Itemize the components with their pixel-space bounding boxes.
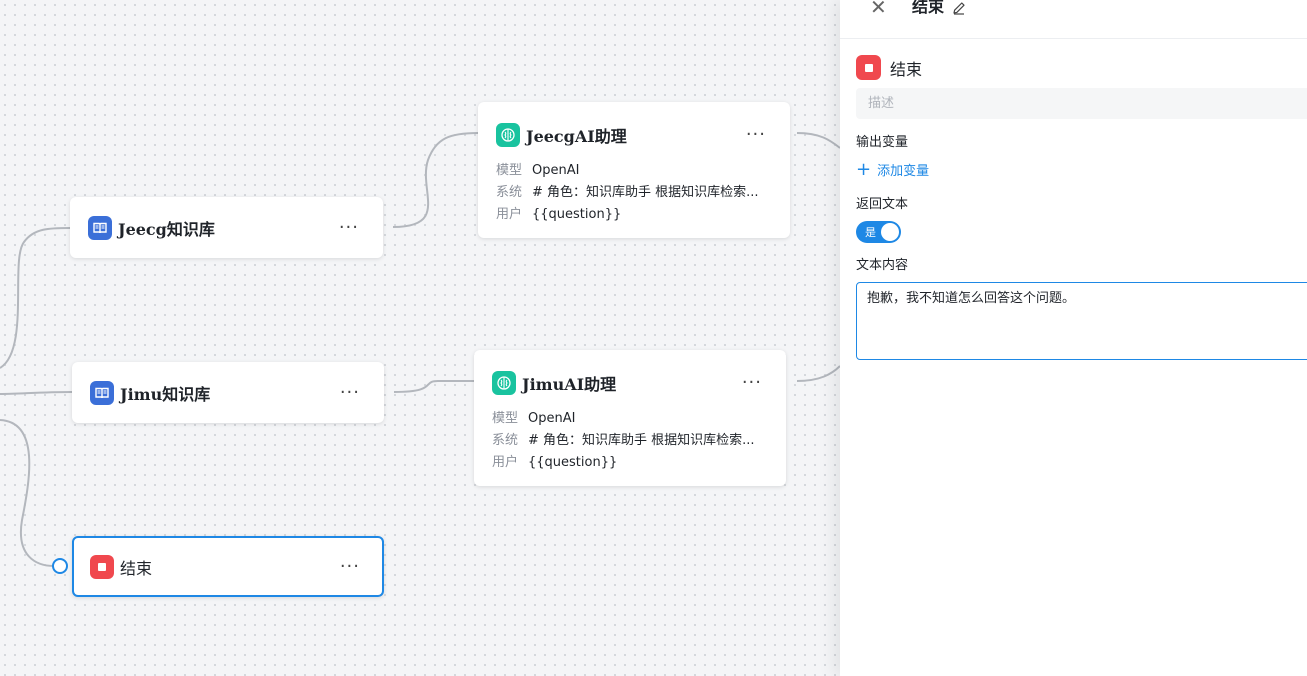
add-variable-label: 添加变量 — [877, 164, 930, 179]
text-content-label: 文本内容 — [856, 258, 909, 273]
edit-icon[interactable] — [952, 0, 966, 19]
stop-icon — [856, 55, 881, 80]
node-properties: 模型 OpenAI 系统 # 角色：知识库助手 根据知识库检索... 用户 {{que… — [496, 160, 772, 226]
node-header: JeecgAI助理 — [496, 122, 627, 148]
property-value: OpenAI — [528, 411, 576, 426]
node-end[interactable]: 结束 ··· — [72, 536, 384, 597]
edge-start-to-end — [0, 419, 55, 567]
property-key: 系统 — [492, 433, 519, 448]
plus-icon: + — [856, 158, 872, 180]
property-value: {{question}} — [532, 207, 622, 222]
property-row: 模型 OpenAI — [492, 408, 768, 430]
book-icon — [90, 380, 114, 405]
text-content-input[interactable]: 抱歉，我不知道怎么回答这个问题。 — [856, 282, 1307, 360]
toggle-knob — [881, 223, 899, 241]
edge-jeecg-ai-out — [796, 132, 840, 149]
edge-start-to-jeecg-kb — [0, 227, 71, 369]
node-title: 结束 — [120, 558, 153, 578]
property-row: 用户 {{question}} — [496, 204, 772, 226]
panel-title: 结束 — [912, 0, 945, 16]
node-jimu-ai-assistant[interactable]: JimuAI助理 ··· 模型 OpenAI 系统 # 角色：知识库助手 根据知识库… — [474, 350, 786, 486]
property-key: 用户 — [496, 207, 523, 222]
node-jimu-knowledge-base[interactable]: Jimu知识库 ··· — [72, 362, 384, 423]
book-icon — [88, 215, 112, 240]
edge-start-to-jimu-kb — [0, 391, 73, 395]
end-node-input-handle[interactable] — [52, 558, 68, 574]
node-title: JeecgAI助理 — [526, 127, 627, 146]
property-row: 用户 {{question}} — [492, 452, 768, 474]
close-icon[interactable]: ✕ — [870, 0, 887, 17]
node-properties: 模型 OpenAI 系统 # 角色：知识库助手 根据知识库检索... 用户 {{que… — [492, 408, 768, 474]
node-menu-button[interactable]: ··· — [746, 126, 766, 144]
node-header: JimuAI助理 — [492, 370, 616, 396]
property-row: 系统 # 角色：知识库助手 根据知识库检索... — [496, 182, 772, 204]
property-value: # 角色：知识库助手 根据知识库检索... — [532, 185, 759, 200]
node-title: JimuAI助理 — [522, 375, 617, 394]
node-header: Jimu知识库 — [90, 364, 210, 421]
property-row: 模型 OpenAI — [496, 160, 772, 182]
property-value: OpenAI — [532, 163, 580, 178]
workflow-canvas[interactable]: Jeecg知识库 ··· Jimu知识库 ··· JeecgAI助理 ··· 模… — [0, 0, 840, 676]
node-header: 结束 — [90, 538, 152, 595]
property-value: # 角色：知识库助手 根据知识库检索... — [528, 433, 755, 448]
panel-node-name: 结束 — [890, 59, 923, 79]
node-menu-button[interactable]: ··· — [340, 383, 360, 402]
node-menu-button[interactable]: ··· — [742, 374, 762, 392]
panel-node-info: 结束 — [856, 55, 922, 80]
add-variable-button[interactable]: + 添加变量 — [856, 160, 929, 179]
node-jeecg-knowledge-base[interactable]: Jeecg知识库 ··· — [70, 197, 383, 258]
panel-header: ✕ 结束 — [840, 0, 1307, 39]
stop-icon — [90, 554, 114, 579]
brain-icon — [492, 371, 516, 395]
brain-icon — [496, 123, 520, 147]
node-jeecg-ai-assistant[interactable]: JeecgAI助理 ··· 模型 OpenAI 系统 # 角色：知识库助手 根据知识… — [478, 102, 790, 238]
node-title: Jeecg知识库 — [118, 219, 215, 239]
property-value: {{question}} — [528, 455, 618, 470]
node-menu-button[interactable]: ··· — [340, 557, 360, 576]
property-key: 模型 — [492, 411, 519, 426]
toggle-label: 是 — [865, 226, 876, 239]
property-key: 用户 — [492, 455, 519, 470]
output-variables-label: 输出变量 — [856, 135, 909, 150]
property-key: 模型 — [496, 163, 523, 178]
property-key: 系统 — [496, 185, 523, 200]
edge-jimu-kb-to-jimu-ai — [393, 379, 474, 393]
description-input[interactable] — [856, 88, 1307, 119]
node-header: Jeecg知识库 — [88, 199, 215, 256]
property-row: 系统 # 角色：知识库助手 根据知识库检索... — [492, 430, 768, 452]
node-settings-panel: ✕ 结束 结束 输出变量 + 添加变量 返回文本 是 文本内容 抱歉，我不知道怎… — [840, 0, 1307, 676]
edge-jeecg-kb-to-jeecg-ai — [392, 132, 479, 228]
edge-jimu-ai-out — [796, 365, 840, 382]
return-text-toggle[interactable]: 是 — [856, 221, 901, 243]
node-menu-button[interactable]: ··· — [339, 218, 359, 237]
return-text-label: 返回文本 — [856, 197, 909, 212]
node-title: Jimu知识库 — [120, 384, 211, 404]
